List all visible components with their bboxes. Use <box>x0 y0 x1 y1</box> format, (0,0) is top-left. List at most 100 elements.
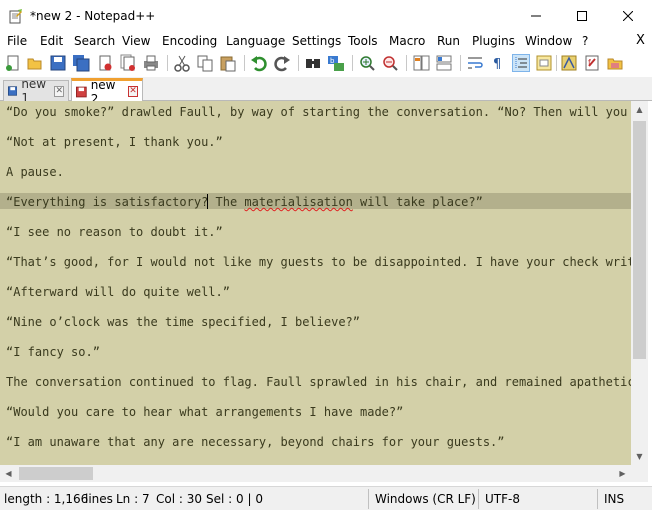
menu-encoding[interactable]: Encoding <box>162 33 217 49</box>
menu-help[interactable]: ? <box>582 33 588 49</box>
undo-icon[interactable] <box>250 54 268 72</box>
zoom-in-icon[interactable] <box>358 54 376 72</box>
word-wrap-icon[interactable] <box>466 54 484 72</box>
svg-text:f: f <box>588 58 591 67</box>
status-insert-mode[interactable]: INS <box>604 491 624 507</box>
function-list-icon[interactable] <box>560 54 578 72</box>
status-line-number: Ln : 7 <box>116 492 150 506</box>
notepad-plus-plus-icon <box>8 8 24 24</box>
status-eol[interactable]: Windows (CR LF) <box>375 491 476 507</box>
menu-plugins[interactable]: Plugins <box>472 33 515 49</box>
text-segment: will take place?” <box>352 195 483 209</box>
sync-horizontal-icon[interactable] <box>435 54 453 72</box>
menu-view[interactable]: View <box>122 33 150 49</box>
copy-icon[interactable] <box>196 54 214 72</box>
menu-settings[interactable]: Settings <box>292 33 341 49</box>
unsaved-document-icon <box>76 86 87 97</box>
redo-icon[interactable] <box>273 54 291 72</box>
close-all-icon[interactable] <box>119 54 137 72</box>
open-file-icon[interactable] <box>26 54 44 72</box>
tab-close-icon[interactable]: ✕ <box>54 85 64 97</box>
scrollbar-corner <box>631 465 648 482</box>
vertical-scrollbar[interactable]: ▲ ▼ <box>631 101 648 465</box>
menu-tools[interactable]: Tools <box>348 33 378 49</box>
toolbar-separator <box>298 55 299 71</box>
tab-close-icon[interactable]: ✕ <box>127 86 138 97</box>
menu-file[interactable]: File <box>7 33 27 49</box>
tab-bar: new 1 ✕ new 2 ✕ <box>0 77 652 106</box>
status-selection: Sel : 0 | 0 <box>206 492 263 506</box>
editor-line: “I fancy so.” <box>6 345 100 359</box>
menu-run[interactable]: Run <box>437 33 460 49</box>
menu-macro[interactable]: Macro <box>389 33 425 49</box>
status-separator <box>478 489 479 509</box>
status-separator <box>597 489 598 509</box>
toolbar-separator <box>406 55 407 71</box>
editor-line: “Afterward will do quite well.” <box>6 285 230 299</box>
spellcheck-error-word: materialisation <box>244 195 353 209</box>
menu-language[interactable]: Language <box>226 33 285 49</box>
editor-line: “Would you care to hear what arrangement… <box>6 405 404 419</box>
text-caret <box>207 194 208 209</box>
maximize-icon <box>577 10 587 21</box>
toolbar-separator <box>352 55 353 71</box>
text-editor[interactable]: “Do you smoke?” drawled Faull, by way of… <box>0 101 631 465</box>
menu-window[interactable]: Window <box>525 33 572 49</box>
editor-line-current: “Everything is satisfactory? The materia… <box>6 193 483 211</box>
horizontal-scroll-thumb[interactable] <box>19 467 93 480</box>
scroll-up-icon[interactable]: ▲ <box>631 101 648 118</box>
scroll-down-icon[interactable]: ▼ <box>631 448 648 465</box>
close-window-button[interactable] <box>605 0 651 31</box>
status-column: Col : 30 <box>156 492 202 506</box>
status-length: length : 1,166 <box>4 492 89 506</box>
show-all-chars-icon[interactable]: ¶ <box>489 54 507 72</box>
replace-icon[interactable]: b <box>327 54 345 72</box>
close-icon <box>623 10 633 21</box>
close-icon[interactable] <box>96 54 114 72</box>
text-segment: “Everything is satisfactory? The <box>6 195 245 209</box>
horizontal-scrollbar[interactable]: ◀ ▶ <box>0 465 631 482</box>
editor-line: A pause. <box>6 165 64 179</box>
maximize-button[interactable] <box>559 0 605 31</box>
editor-line: “Not at present, I thank you.” <box>6 135 223 149</box>
toolbar-separator <box>556 55 557 71</box>
status-lines: lines <box>85 492 113 506</box>
record-macro-icon[interactable] <box>606 54 624 72</box>
tab-new-1[interactable]: new 1 ✕ <box>3 77 69 105</box>
find-icon[interactable] <box>304 54 322 72</box>
scroll-left-icon[interactable]: ◀ <box>0 465 17 482</box>
vertical-scroll-thumb[interactable] <box>633 121 646 359</box>
minimize-icon <box>531 15 541 16</box>
new-file-icon[interactable] <box>4 54 22 72</box>
status-separator <box>368 489 369 509</box>
toolbar-separator <box>244 55 245 71</box>
indent-guide-icon[interactable] <box>512 54 530 72</box>
paste-icon[interactable] <box>219 54 237 72</box>
editor-line: The conversation continued to flag. Faul… <box>6 375 631 389</box>
sync-vertical-icon[interactable] <box>412 54 430 72</box>
window-title: *new 2 - Notepad++ <box>30 8 156 23</box>
save-icon[interactable] <box>49 54 67 72</box>
minimize-button[interactable] <box>513 0 559 31</box>
editor-line: “Do you smoke?” drawled Faull, by way of… <box>6 105 631 119</box>
status-bar: length : 1,166 lines Ln : 7 Col : 30 Sel… <box>0 486 652 510</box>
zoom-out-icon[interactable] <box>381 54 399 72</box>
title-bar: *new 2 - Notepad++ <box>0 0 652 31</box>
doc-map-icon[interactable] <box>535 54 553 72</box>
cut-icon[interactable] <box>173 54 191 72</box>
editor-line: “That’s good, for I would not like my gu… <box>6 255 631 269</box>
editor-line: “I am unaware that any are necessary, be… <box>6 435 505 449</box>
save-all-icon[interactable] <box>72 54 90 72</box>
saved-document-icon <box>8 86 18 96</box>
editor-line: “I see no reason to doubt it.” <box>6 225 223 239</box>
status-encoding[interactable]: UTF-8 <box>485 491 520 507</box>
menu-search[interactable]: Search <box>74 33 115 49</box>
menu-bar: File Edit Search View Encoding Language … <box>0 31 652 50</box>
toolbar: b ¶ f <box>0 50 652 77</box>
scroll-right-icon[interactable]: ▶ <box>614 465 631 482</box>
menu-edit[interactable]: Edit <box>40 33 63 49</box>
tab-new-2[interactable]: new 2 ✕ <box>71 78 143 106</box>
folder-workspace-icon[interactable]: f <box>583 54 601 72</box>
print-icon[interactable] <box>142 54 160 72</box>
close-document-button[interactable]: X <box>636 33 645 48</box>
